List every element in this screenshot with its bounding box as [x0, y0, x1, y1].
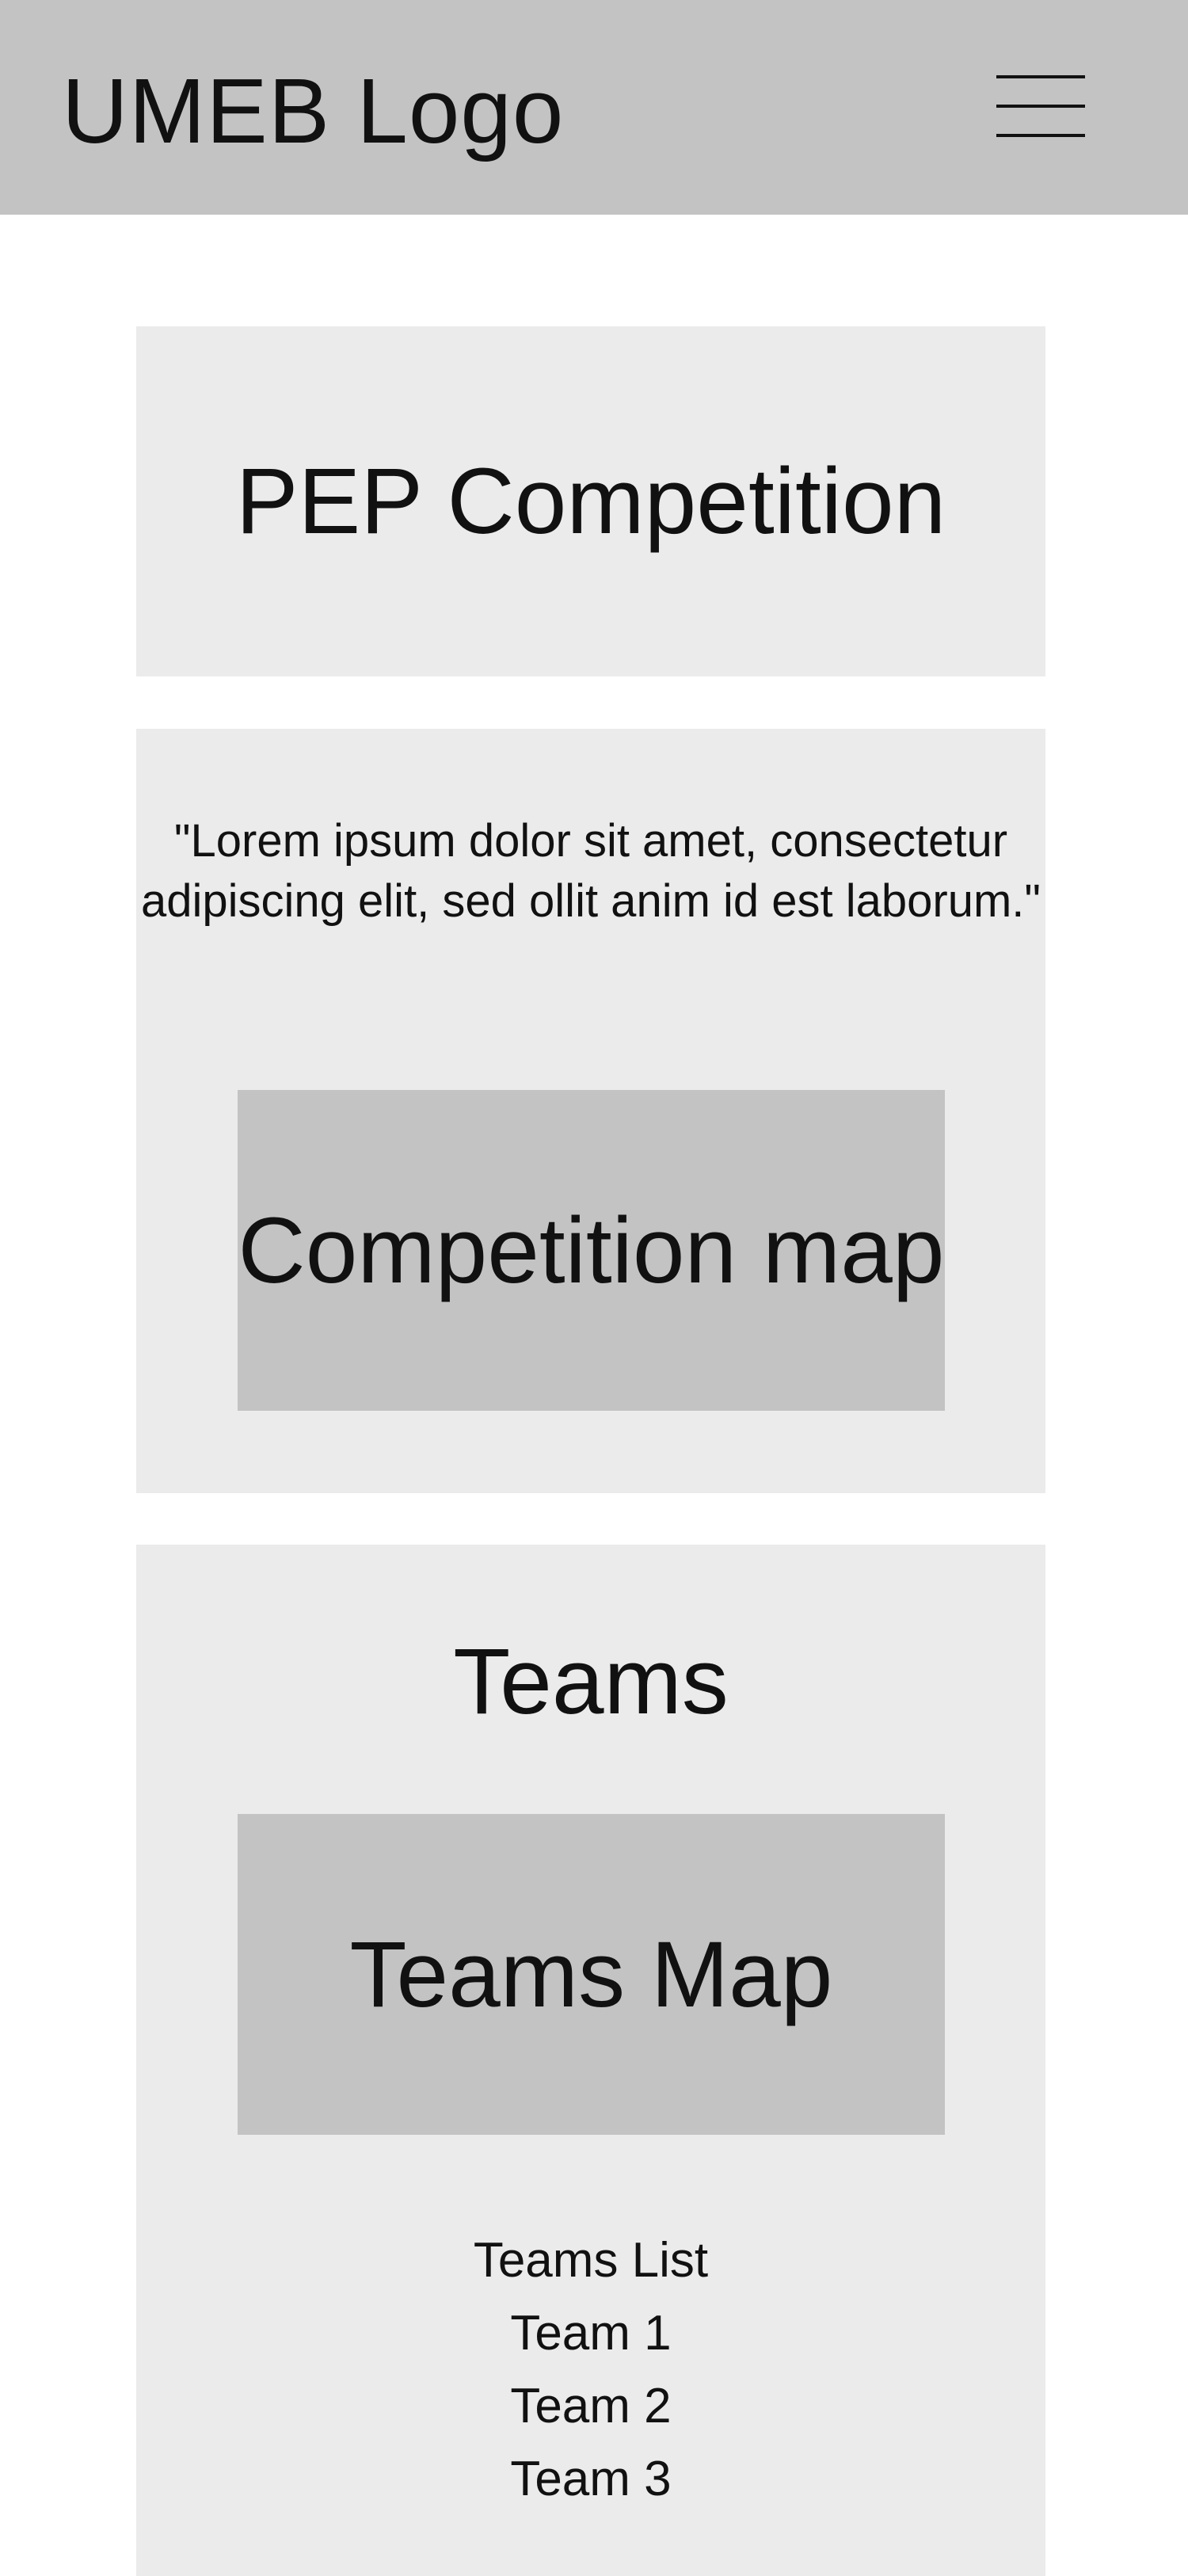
- hero-card: PEP Competition: [136, 326, 1045, 676]
- teams-map-label: Teams Map: [349, 1922, 833, 2027]
- site-logo[interactable]: UMEB Logo: [62, 55, 564, 166]
- team-name[interactable]: Team 3: [510, 2452, 671, 2506]
- team-list-item[interactable]: Team 3: [136, 2443, 1045, 2516]
- competition-map-label: Competition map: [238, 1198, 945, 1303]
- team-list-item[interactable]: Team 2: [136, 2370, 1045, 2443]
- teams-list: Teams List Team 1 Team 2 Team 3: [136, 2224, 1045, 2516]
- teams-heading: Teams: [453, 1629, 729, 1734]
- teams-map[interactable]: Teams Map: [238, 1814, 945, 2135]
- menu-bar-middle: [996, 105, 1085, 108]
- site-header: UMEB Logo: [0, 0, 1188, 215]
- hamburger-menu-icon[interactable]: [996, 74, 1085, 139]
- teams-list-title: Teams List: [473, 2233, 709, 2288]
- page-title: PEP Competition: [235, 449, 946, 554]
- team-list-item[interactable]: Team 1: [136, 2297, 1045, 2370]
- team-name[interactable]: Team 1: [510, 2306, 671, 2361]
- menu-bar-bottom: [996, 134, 1085, 137]
- team-name[interactable]: Team 2: [510, 2379, 671, 2433]
- menu-bar-top: [996, 75, 1085, 78]
- competition-map[interactable]: Competition map: [238, 1090, 945, 1411]
- competition-description: "Lorem ipsum dolor sit amet, consectetur…: [140, 815, 1041, 927]
